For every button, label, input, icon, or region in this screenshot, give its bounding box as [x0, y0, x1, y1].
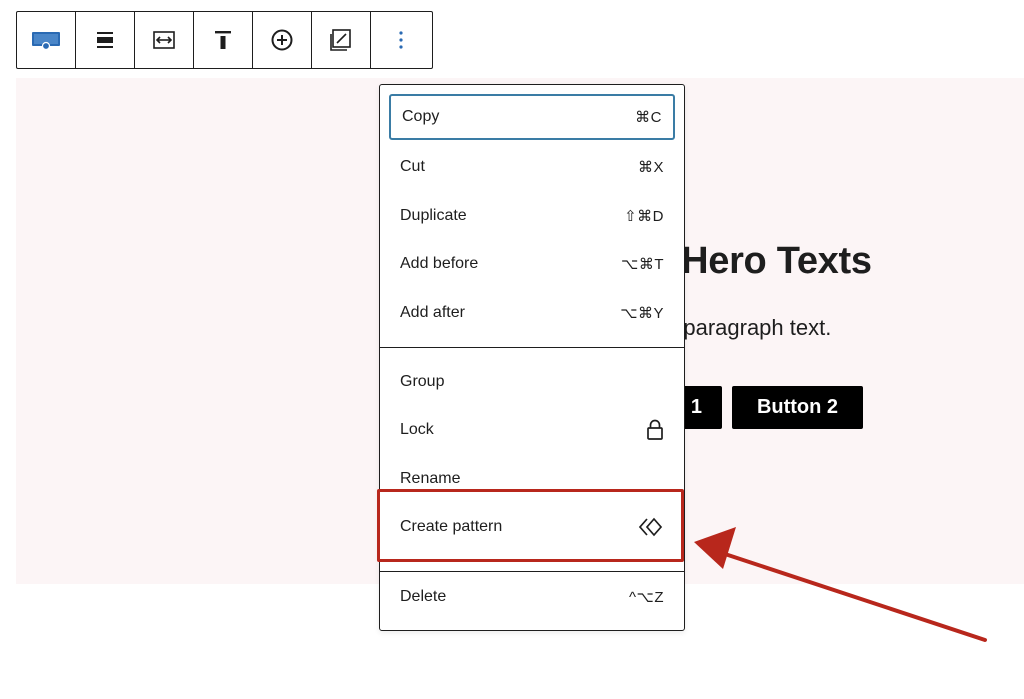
menu-item-shortcut: ^⌥Z [629, 589, 664, 606]
add-icon [271, 29, 293, 51]
hero-paragraph[interactable]: e paragraph text. [665, 315, 831, 341]
menu-item-delete[interactable]: Delete ^⌥Z [389, 574, 675, 620]
fullscreen-toggle-icon [330, 29, 351, 51]
menu-item-add-before[interactable]: Add before ⌥⌘T [389, 241, 675, 287]
menu-item-duplicate[interactable]: Duplicate ⇧⌘D [389, 193, 675, 239]
more-options-button[interactable] [371, 12, 431, 68]
cover-block-icon [32, 32, 60, 51]
menu-item-shortcut: ⌥⌘T [621, 256, 664, 273]
block-type-button[interactable] [17, 12, 76, 68]
menu-divider [380, 347, 684, 348]
menu-item-shortcut: ⇧⌘D [624, 208, 664, 225]
menu-item-label: Delete [400, 588, 447, 605]
menu-item-shortcut: ⌘X [637, 159, 664, 176]
menu-item-shortcut: ⌥⌘Y [620, 305, 664, 322]
menu-item-copy[interactable]: Copy ⌘C [389, 94, 675, 140]
width-icon [153, 31, 175, 49]
pattern-icon [638, 517, 663, 537]
fullscreen-toggle-button[interactable] [312, 12, 371, 68]
menu-item-rename[interactable]: Rename [389, 456, 675, 502]
menu-item-add-after[interactable]: Add after ⌥⌘Y [389, 290, 675, 336]
vertical-align-top-icon [215, 31, 231, 49]
menu-item-shortcut: ⌘C [635, 109, 662, 126]
vertical-align-button[interactable] [194, 12, 253, 68]
menu-item-label: Rename [400, 470, 461, 487]
menu-item-label: Lock [400, 421, 434, 438]
menu-item-label: Create pattern [400, 518, 503, 535]
add-button[interactable] [253, 12, 312, 68]
menu-item-label: Group [400, 373, 445, 390]
menu-item-group[interactable]: Group [389, 359, 675, 405]
more-options-icon [399, 31, 403, 49]
align-button[interactable] [76, 12, 135, 68]
menu-item-label: Add before [400, 255, 479, 272]
menu-item-create-pattern[interactable]: Create pattern [389, 504, 675, 550]
hero-button-2[interactable]: Button 2 [732, 386, 863, 429]
menu-item-label: Copy [402, 108, 440, 125]
menu-item-label: Duplicate [400, 207, 467, 224]
menu-item-label: Add after [400, 304, 465, 321]
menu-item-label: Cut [400, 158, 425, 175]
block-toolbar [16, 11, 433, 69]
width-button[interactable] [135, 12, 194, 68]
align-icon [97, 32, 113, 48]
menu-item-cut[interactable]: Cut ⌘X [389, 144, 675, 190]
menu-divider [380, 571, 684, 572]
annotation-arrow-icon [694, 527, 987, 642]
menu-item-lock[interactable]: Lock [389, 407, 675, 453]
block-options-menu: Copy ⌘C Cut ⌘X Duplicate ⇧⌘D Add before … [379, 84, 685, 631]
lock-icon [647, 419, 663, 440]
